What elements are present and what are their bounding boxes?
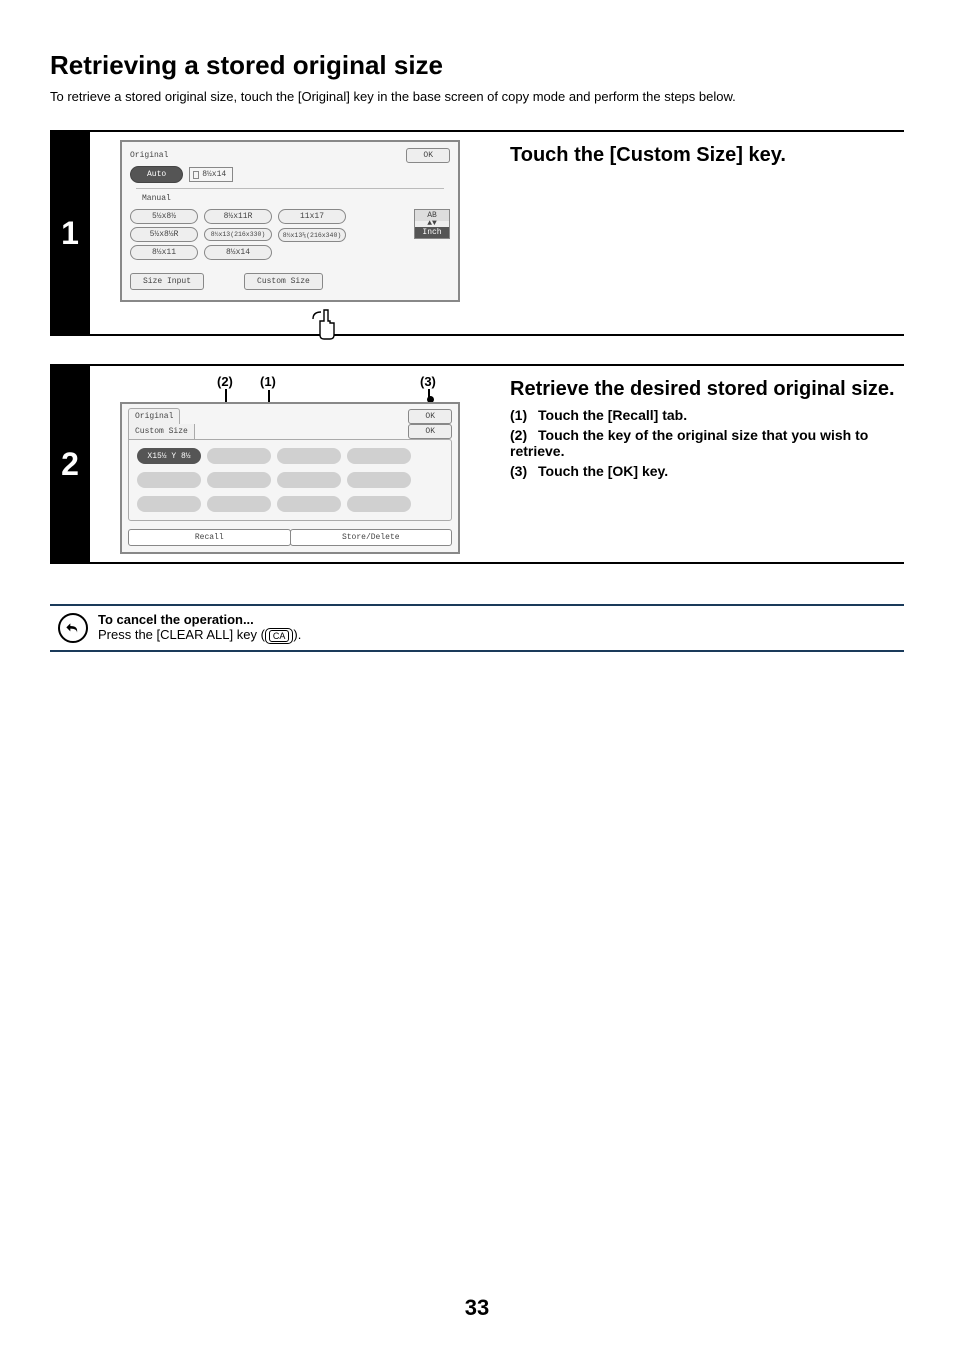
- stored-size-slot[interactable]: [347, 496, 411, 512]
- note-body: Press the [CLEAR ALL] key (CA).: [98, 627, 301, 644]
- step2-item3: (3)Touch the [OK] key.: [510, 463, 896, 479]
- size-btn[interactable]: 5½x8½: [130, 209, 198, 224]
- recall-tab[interactable]: Recall: [128, 529, 291, 546]
- step2-item1: (1)Touch the [Recall] tab.: [510, 407, 896, 423]
- stored-size-slot[interactable]: [207, 472, 271, 488]
- step1-panel: Original OK Auto 8½x14 Manual 5½x8½ 8½x: [120, 140, 460, 302]
- stored-size-slot[interactable]: [277, 472, 341, 488]
- size-btn[interactable]: 8½x11R: [204, 209, 272, 224]
- stored-size-slot[interactable]: [207, 448, 271, 464]
- custom-size-button[interactable]: Custom Size: [244, 273, 323, 290]
- undo-icon: [58, 613, 88, 643]
- intro-text: To retrieve a stored original size, touc…: [50, 89, 904, 104]
- stored-size-slot[interactable]: [207, 496, 271, 512]
- step1-heading: Touch the [Custom Size] key.: [510, 144, 896, 167]
- panel2-inner-ok-button[interactable]: OK: [408, 424, 452, 439]
- size-btn[interactable]: 5½x8½R: [130, 227, 198, 242]
- stored-size-selected[interactable]: X15½ Y 8½: [137, 448, 201, 464]
- store-delete-tab[interactable]: Store/Delete: [290, 529, 453, 546]
- step2-item2: (2)Touch the key of the original size th…: [510, 427, 896, 459]
- step-2-number: 2: [50, 366, 90, 562]
- stored-size-slot[interactable]: [347, 448, 411, 464]
- size-input-button[interactable]: Size Input: [130, 273, 204, 290]
- auto-button[interactable]: Auto: [130, 166, 183, 183]
- stored-size-slot[interactable]: [277, 496, 341, 512]
- stored-size-slot[interactable]: [347, 472, 411, 488]
- custom-size-tab: Custom Size: [128, 424, 195, 439]
- panel1-ok-button[interactable]: OK: [406, 148, 450, 163]
- step-1: 1 Original OK Auto 8½x14 Manual: [50, 130, 904, 336]
- panel2-title: Original: [128, 408, 180, 424]
- note-title: To cancel the operation...: [98, 612, 301, 627]
- unit-toggle[interactable]: AB ▲▼ Inch: [414, 209, 450, 239]
- paper-indicator: 8½x14: [189, 167, 233, 182]
- clear-all-key-icon: CA: [265, 628, 294, 644]
- page-title: Retrieving a stored original size: [50, 50, 904, 81]
- unit-inch: Inch: [415, 227, 449, 238]
- manual-label: Manual: [130, 194, 171, 203]
- step-1-number: 1: [50, 132, 90, 334]
- size-btn[interactable]: 11x17: [278, 209, 346, 224]
- step2-heading: Retrieve the desired stored original siz…: [510, 378, 896, 401]
- stored-size-slot[interactable]: [137, 496, 201, 512]
- size-btn[interactable]: 8½x14: [204, 245, 272, 260]
- note-section: To cancel the operation... Press the [CL…: [50, 604, 904, 652]
- stored-size-slot[interactable]: [277, 448, 341, 464]
- step-2: 2 (2) (1) (3): [50, 364, 904, 564]
- stored-size-slot[interactable]: [137, 472, 201, 488]
- step2-panel: Original OK Custom Size OK X15½ Y 8½: [120, 402, 460, 554]
- size-btn[interactable]: 8½x13⅖(216x340): [278, 228, 346, 242]
- touch-cursor-icon: [310, 309, 338, 346]
- size-btn[interactable]: 8½x11: [130, 245, 198, 260]
- page-number: 33: [0, 1295, 954, 1321]
- panel1-title: Original: [130, 151, 168, 160]
- panel2-outer-ok-button[interactable]: OK: [408, 409, 452, 424]
- callout-1: (1): [260, 374, 276, 389]
- size-btn[interactable]: 8½x13(216x330): [204, 228, 272, 241]
